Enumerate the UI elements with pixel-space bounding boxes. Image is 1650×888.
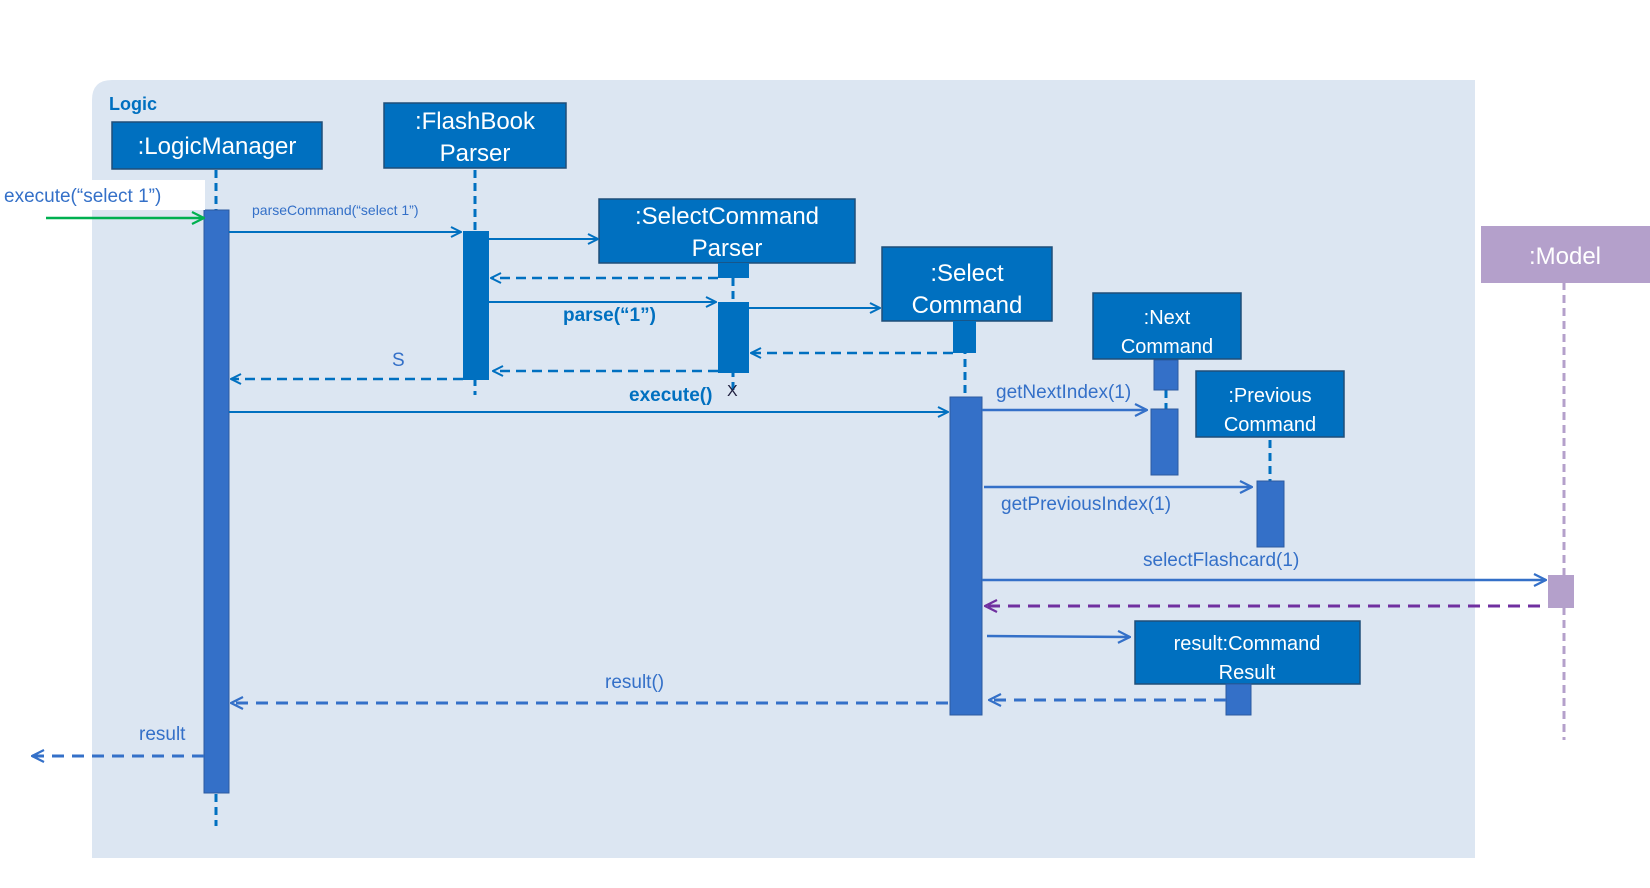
return-result-out-label: result (139, 724, 186, 745)
activation-select-command (949, 396, 983, 716)
destroy-mark: X (727, 383, 738, 400)
message-select-flashcard-label: selectFlashcard(1) (1143, 550, 1299, 571)
command-result-label-2: Result (1219, 662, 1276, 684)
message-parse-label: parse(“1”) (563, 305, 656, 326)
next-command-label-1: :Next (1144, 307, 1191, 329)
logic-frame (92, 80, 1475, 858)
flashbook-parser-label-1: :FlashBook (415, 108, 536, 135)
participant-model: :Model (1481, 226, 1650, 283)
select-command-label-1: :Select (930, 260, 1004, 287)
flashbook-parser-label-2: Parser (440, 140, 511, 167)
activation-select-command-init (953, 321, 976, 353)
participant-select-command: :Select Command (881, 246, 1053, 322)
activation-next-command-1 (1153, 359, 1179, 391)
participant-command-result: result:Command Result (1134, 620, 1361, 685)
participant-previous-command: :Previous Command (1195, 370, 1345, 438)
activation-select-command-parser-1 (718, 263, 749, 278)
logic-frame-label: Logic (109, 94, 157, 114)
participant-next-command: :Next Command (1092, 292, 1242, 360)
participant-select-command-parser: :SelectCommand Parser (598, 198, 856, 264)
activation-flashbook-parser (463, 231, 489, 380)
activation-next-command-2 (1150, 408, 1179, 476)
command-result-label-1: result:Command (1174, 633, 1321, 655)
participant-flashbook-parser: :FlashBook Parser (383, 102, 567, 169)
activation-previous-command (1256, 480, 1285, 548)
model-label: :Model (1529, 243, 1601, 270)
message-result-call-label: result() (605, 672, 664, 693)
message-get-previous-index-label: getPreviousIndex(1) (1001, 494, 1171, 515)
activation-logic-manager (203, 209, 230, 794)
select-command-label-2: Command (912, 292, 1023, 319)
message-create-command-result (986, 636, 1130, 637)
sequence-diagram: Logic :LogicManager :FlashBook Parser :S… (0, 80, 1650, 858)
previous-command-label-2: Command (1224, 414, 1316, 436)
select-command-parser-label-2: Parser (692, 235, 763, 262)
activation-command-result (1225, 683, 1252, 716)
message-parse-command-label: parseCommand(“select 1”) (252, 202, 419, 218)
activation-model (1548, 575, 1574, 608)
return-s-label: S (392, 350, 405, 371)
activation-select-command-parser-2 (718, 302, 749, 373)
message-execute-label: execute() (629, 385, 712, 406)
participant-logic-manager: :LogicManager (111, 121, 323, 170)
message-get-next-index-label: getNextIndex(1) (996, 382, 1131, 403)
select-command-parser-label-1: :SelectCommand (635, 203, 819, 230)
message-execute-in-label: execute(“select 1”) (4, 186, 161, 207)
logic-manager-label: :LogicManager (138, 133, 297, 160)
previous-command-label-1: :Previous (1228, 385, 1311, 407)
next-command-label-2: Command (1121, 336, 1213, 358)
